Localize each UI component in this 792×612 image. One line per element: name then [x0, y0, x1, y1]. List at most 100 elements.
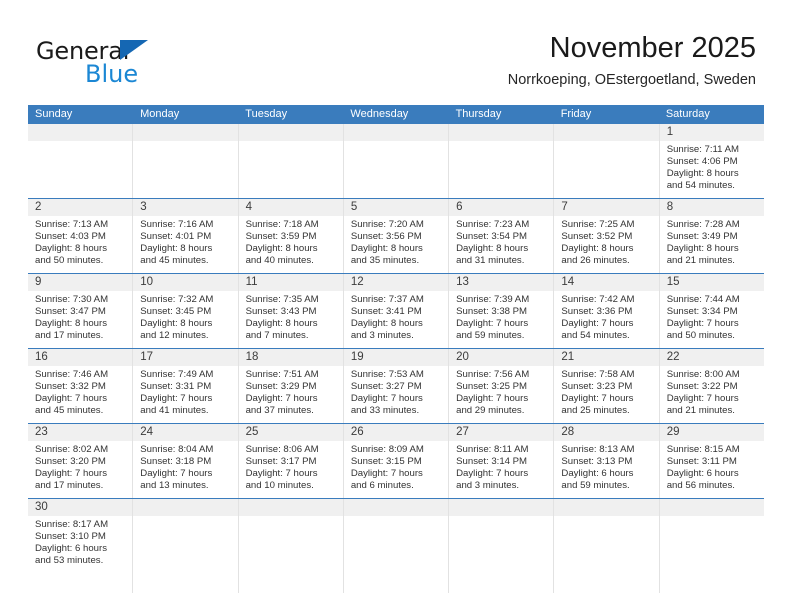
day-detail-line: Sunrise: 7:37 AM [350, 294, 424, 305]
day-number: 4 [245, 201, 252, 213]
day-number: 8 [666, 201, 674, 213]
day-number: 12 [350, 276, 364, 288]
calendar-day-cell[interactable]: 24 Sunrise: 8:04 AM Sunset: 3:18 PM Dayligh… [133, 424, 239, 498]
day-detail-line: Sunset: 3:45 PM [140, 306, 212, 318]
day-number: 15 [666, 276, 680, 288]
day-detail-line: and 59 minutes. [561, 480, 630, 492]
day-detail-line: Sunrise: 8:02 AM [35, 444, 109, 455]
day-detail-line: Sunrise: 7:44 AM [666, 294, 740, 305]
day-number: 6 [456, 201, 463, 213]
day-detail-line: Sunrise: 8:00 AM [666, 369, 740, 380]
day-detail-line: and 3 minutes. [350, 330, 414, 342]
week-cells: 2 Sunrise: 7:13 AM Sunset: 4:03 PM Daylight… [28, 199, 764, 273]
calendar-day-cell-empty [344, 124, 450, 198]
day-detail-line: Daylight: 7 hours [456, 393, 529, 405]
calendar-day-cell[interactable]: 27 Sunrise: 8:11 AM Sunset: 3:14 PM Dayligh… [449, 424, 555, 498]
day-detail-line: Sunrise: 7:28 AM [666, 219, 740, 230]
day-detail-line: and 50 minutes. [35, 255, 104, 267]
brand-flag-icon [120, 40, 148, 60]
calendar-day-cell[interactable]: 19 Sunrise: 7:53 AM Sunset: 3:27 PM Dayligh… [344, 349, 450, 423]
calendar-day-cell[interactable]: 5 Sunrise: 7:20 AM Sunset: 3:56 PM Daylight… [344, 199, 450, 273]
calendar-day-cell[interactable]: 18 Sunrise: 7:51 AM Sunset: 3:29 PM Dayligh… [239, 349, 344, 423]
calendar-day-cell[interactable]: 14 Sunrise: 7:42 AM Sunset: 3:36 PM Dayligh… [554, 274, 660, 348]
day-detail-line: and 12 minutes. [140, 330, 209, 342]
calendar-day-cell[interactable]: 12 Sunrise: 7:37 AM Sunset: 3:41 PM Dayligh… [344, 274, 450, 348]
day-detail-line: and 40 minutes. [245, 255, 314, 267]
week-cells: 1 Sunrise: 7:11 AM Sunset: 4:06 PM Daylight… [28, 124, 764, 198]
day-detail-line: Sunrise: 7:56 AM [456, 369, 530, 380]
day-detail-line: Sunset: 3:52 PM [561, 231, 633, 243]
calendar-day-cell[interactable]: 20 Sunrise: 7:56 AM Sunset: 3:25 PM Dayligh… [449, 349, 555, 423]
day-detail-line: and 45 minutes. [140, 255, 209, 267]
day-detail-line: Sunrise: 7:58 AM [561, 369, 635, 380]
day-detail-line: Sunrise: 8:15 AM [666, 444, 740, 455]
day-detail-line: Daylight: 7 hours [140, 468, 213, 480]
calendar-day-cell[interactable]: 15 Sunrise: 7:44 AM Sunset: 3:34 PM Dayligh… [660, 274, 764, 348]
calendar-day-cell[interactable]: 30 Sunrise: 8:17 AM Sunset: 3:10 PM Dayligh… [28, 499, 134, 593]
day-detail-line: Sunrise: 8:17 AM [35, 519, 109, 530]
calendar-day-cell[interactable]: 26 Sunrise: 8:09 AM Sunset: 3:15 PM Dayligh… [344, 424, 450, 498]
calendar-day-cell-empty [239, 499, 344, 593]
day-detail-line: Daylight: 8 hours [245, 318, 318, 330]
day-detail-lines: Sunrise: 7:37 AM Sunset: 3:41 PM Daylight:… [344, 291, 448, 346]
day-detail-lines: Sunrise: 8:04 AM Sunset: 3:18 PM Daylight:… [133, 441, 237, 496]
day-detail-line: Sunset: 3:11 PM [666, 456, 737, 468]
calendar-day-cell[interactable]: 3 Sunrise: 7:16 AM Sunset: 4:01 PM Daylight… [133, 199, 239, 273]
calendar-week-row: 30 Sunrise: 8:17 AM Sunset: 3:10 PM Dayligh… [28, 498, 764, 593]
day-detail-line: and 6 minutes. [350, 480, 414, 492]
day-detail-line: Sunset: 3:29 PM [245, 381, 317, 393]
day-detail-line: Daylight: 8 hours [35, 318, 107, 330]
calendar-day-cell[interactable]: 10 Sunrise: 7:32 AM Sunset: 3:45 PM Dayligh… [133, 274, 239, 348]
page-subtitle: Norrkoeping, OEstergoetland, Sweden [507, 72, 756, 88]
day-detail-line: Daylight: 7 hours [350, 468, 423, 480]
day-detail-line: Sunset: 3:14 PM [456, 456, 528, 468]
calendar-day-cell[interactable]: 4 Sunrise: 7:18 AM Sunset: 3:59 PM Daylight… [239, 199, 344, 273]
day-detail-lines: Sunrise: 8:09 AM Sunset: 3:15 PM Daylight:… [344, 441, 448, 496]
day-detail-lines: Sunrise: 8:06 AM Sunset: 3:17 PM Daylight:… [239, 441, 343, 496]
day-detail-line: Sunrise: 8:06 AM [245, 444, 319, 455]
calendar-day-cell-empty [239, 124, 344, 198]
calendar-day-cell[interactable]: 28 Sunrise: 8:13 AM Sunset: 3:13 PM Dayligh… [554, 424, 660, 498]
weekday-header-tuesday: Tuesday [245, 108, 288, 120]
day-detail-line: Sunrise: 7:32 AM [140, 294, 214, 305]
day-number: 27 [456, 426, 469, 438]
calendar-day-cell-empty [133, 124, 239, 198]
calendar-week-row: 16 Sunrise: 7:46 AM Sunset: 3:32 PM Dayligh… [28, 348, 764, 423]
calendar-day-cell[interactable]: 6 Sunrise: 7:23 AM Sunset: 3:54 PM Daylight… [449, 199, 555, 273]
calendar-day-cell[interactable]: 9 Sunrise: 7:30 AM Sunset: 3:47 PM Daylight… [28, 274, 134, 348]
calendar-day-cell-empty [554, 499, 660, 593]
calendar-day-cell[interactable]: 16 Sunrise: 7:46 AM Sunset: 3:32 PM Dayligh… [28, 349, 134, 423]
calendar-day-cell[interactable]: 25 Sunrise: 8:06 AM Sunset: 3:17 PM Dayligh… [239, 424, 344, 498]
calendar-day-cell[interactable]: 22 Sunrise: 8:00 AM Sunset: 3:22 PM Dayligh… [660, 349, 764, 423]
calendar-day-cell[interactable]: 7 Sunrise: 7:25 AM Sunset: 3:52 PM Daylight… [554, 199, 660, 273]
day-detail-line: Sunset: 3:31 PM [140, 381, 212, 393]
day-detail-line: Daylight: 8 hours [350, 318, 423, 330]
day-detail-lines: Sunrise: 7:53 AM Sunset: 3:27 PM Daylight:… [344, 366, 448, 421]
brand-logo[interactable]: General Blue [36, 38, 236, 90]
day-number: 1 [666, 126, 674, 138]
day-detail-line: Daylight: 8 hours [35, 243, 107, 255]
day-detail-line: Sunset: 3:20 PM [35, 456, 106, 468]
weekday-header-row: Sunday Monday Tuesday Wednesday Thursday Frid… [28, 105, 764, 124]
calendar-day-cell[interactable]: 17 Sunrise: 7:49 AM Sunset: 3:31 PM Dayligh… [133, 349, 239, 423]
day-detail-line: Daylight: 7 hours [666, 393, 739, 405]
day-detail-line: Sunset: 4:01 PM [140, 231, 212, 243]
day-detail-line: Sunset: 3:43 PM [245, 306, 317, 318]
calendar-day-cell[interactable]: 2 Sunrise: 7:13 AM Sunset: 4:03 PM Daylight… [28, 199, 134, 273]
day-number: 14 [561, 276, 575, 288]
day-detail-lines: Sunrise: 7:42 AM Sunset: 3:36 PM Daylight:… [554, 291, 658, 346]
calendar-week-row: 1 Sunrise: 7:11 AM Sunset: 4:06 PM Daylight… [28, 124, 764, 198]
day-number: 26 [350, 426, 364, 438]
week-cells: 16 Sunrise: 7:46 AM Sunset: 3:32 PM Dayligh… [28, 349, 764, 423]
calendar-day-cell[interactable]: 21 Sunrise: 7:58 AM Sunset: 3:23 PM Dayligh… [554, 349, 660, 423]
calendar-day-cell[interactable]: 8 Sunrise: 7:28 AM Sunset: 3:49 PM Daylight… [660, 199, 764, 273]
week-cells: 9 Sunrise: 7:30 AM Sunset: 3:47 PM Daylight… [28, 274, 764, 348]
calendar-day-cell[interactable]: 23 Sunrise: 8:02 AM Sunset: 3:20 PM Dayligh… [28, 424, 134, 498]
day-detail-line: Daylight: 7 hours [666, 318, 739, 330]
calendar-day-cell[interactable]: 13 Sunrise: 7:39 AM Sunset: 3:38 PM Dayligh… [449, 274, 555, 348]
calendar-day-cell[interactable]: 29 Sunrise: 8:15 AM Sunset: 3:11 PM Dayligh… [660, 424, 764, 498]
calendar-day-cell[interactable]: 11 Sunrise: 7:35 AM Sunset: 3:43 PM Dayligh… [239, 274, 344, 348]
day-detail-line: Sunrise: 8:09 AM [350, 444, 424, 455]
calendar-day-cell[interactable]: 1 Sunrise: 7:11 AM Sunset: 4:06 PM Daylight… [660, 124, 764, 198]
weekday-header-friday: Friday [560, 108, 592, 120]
